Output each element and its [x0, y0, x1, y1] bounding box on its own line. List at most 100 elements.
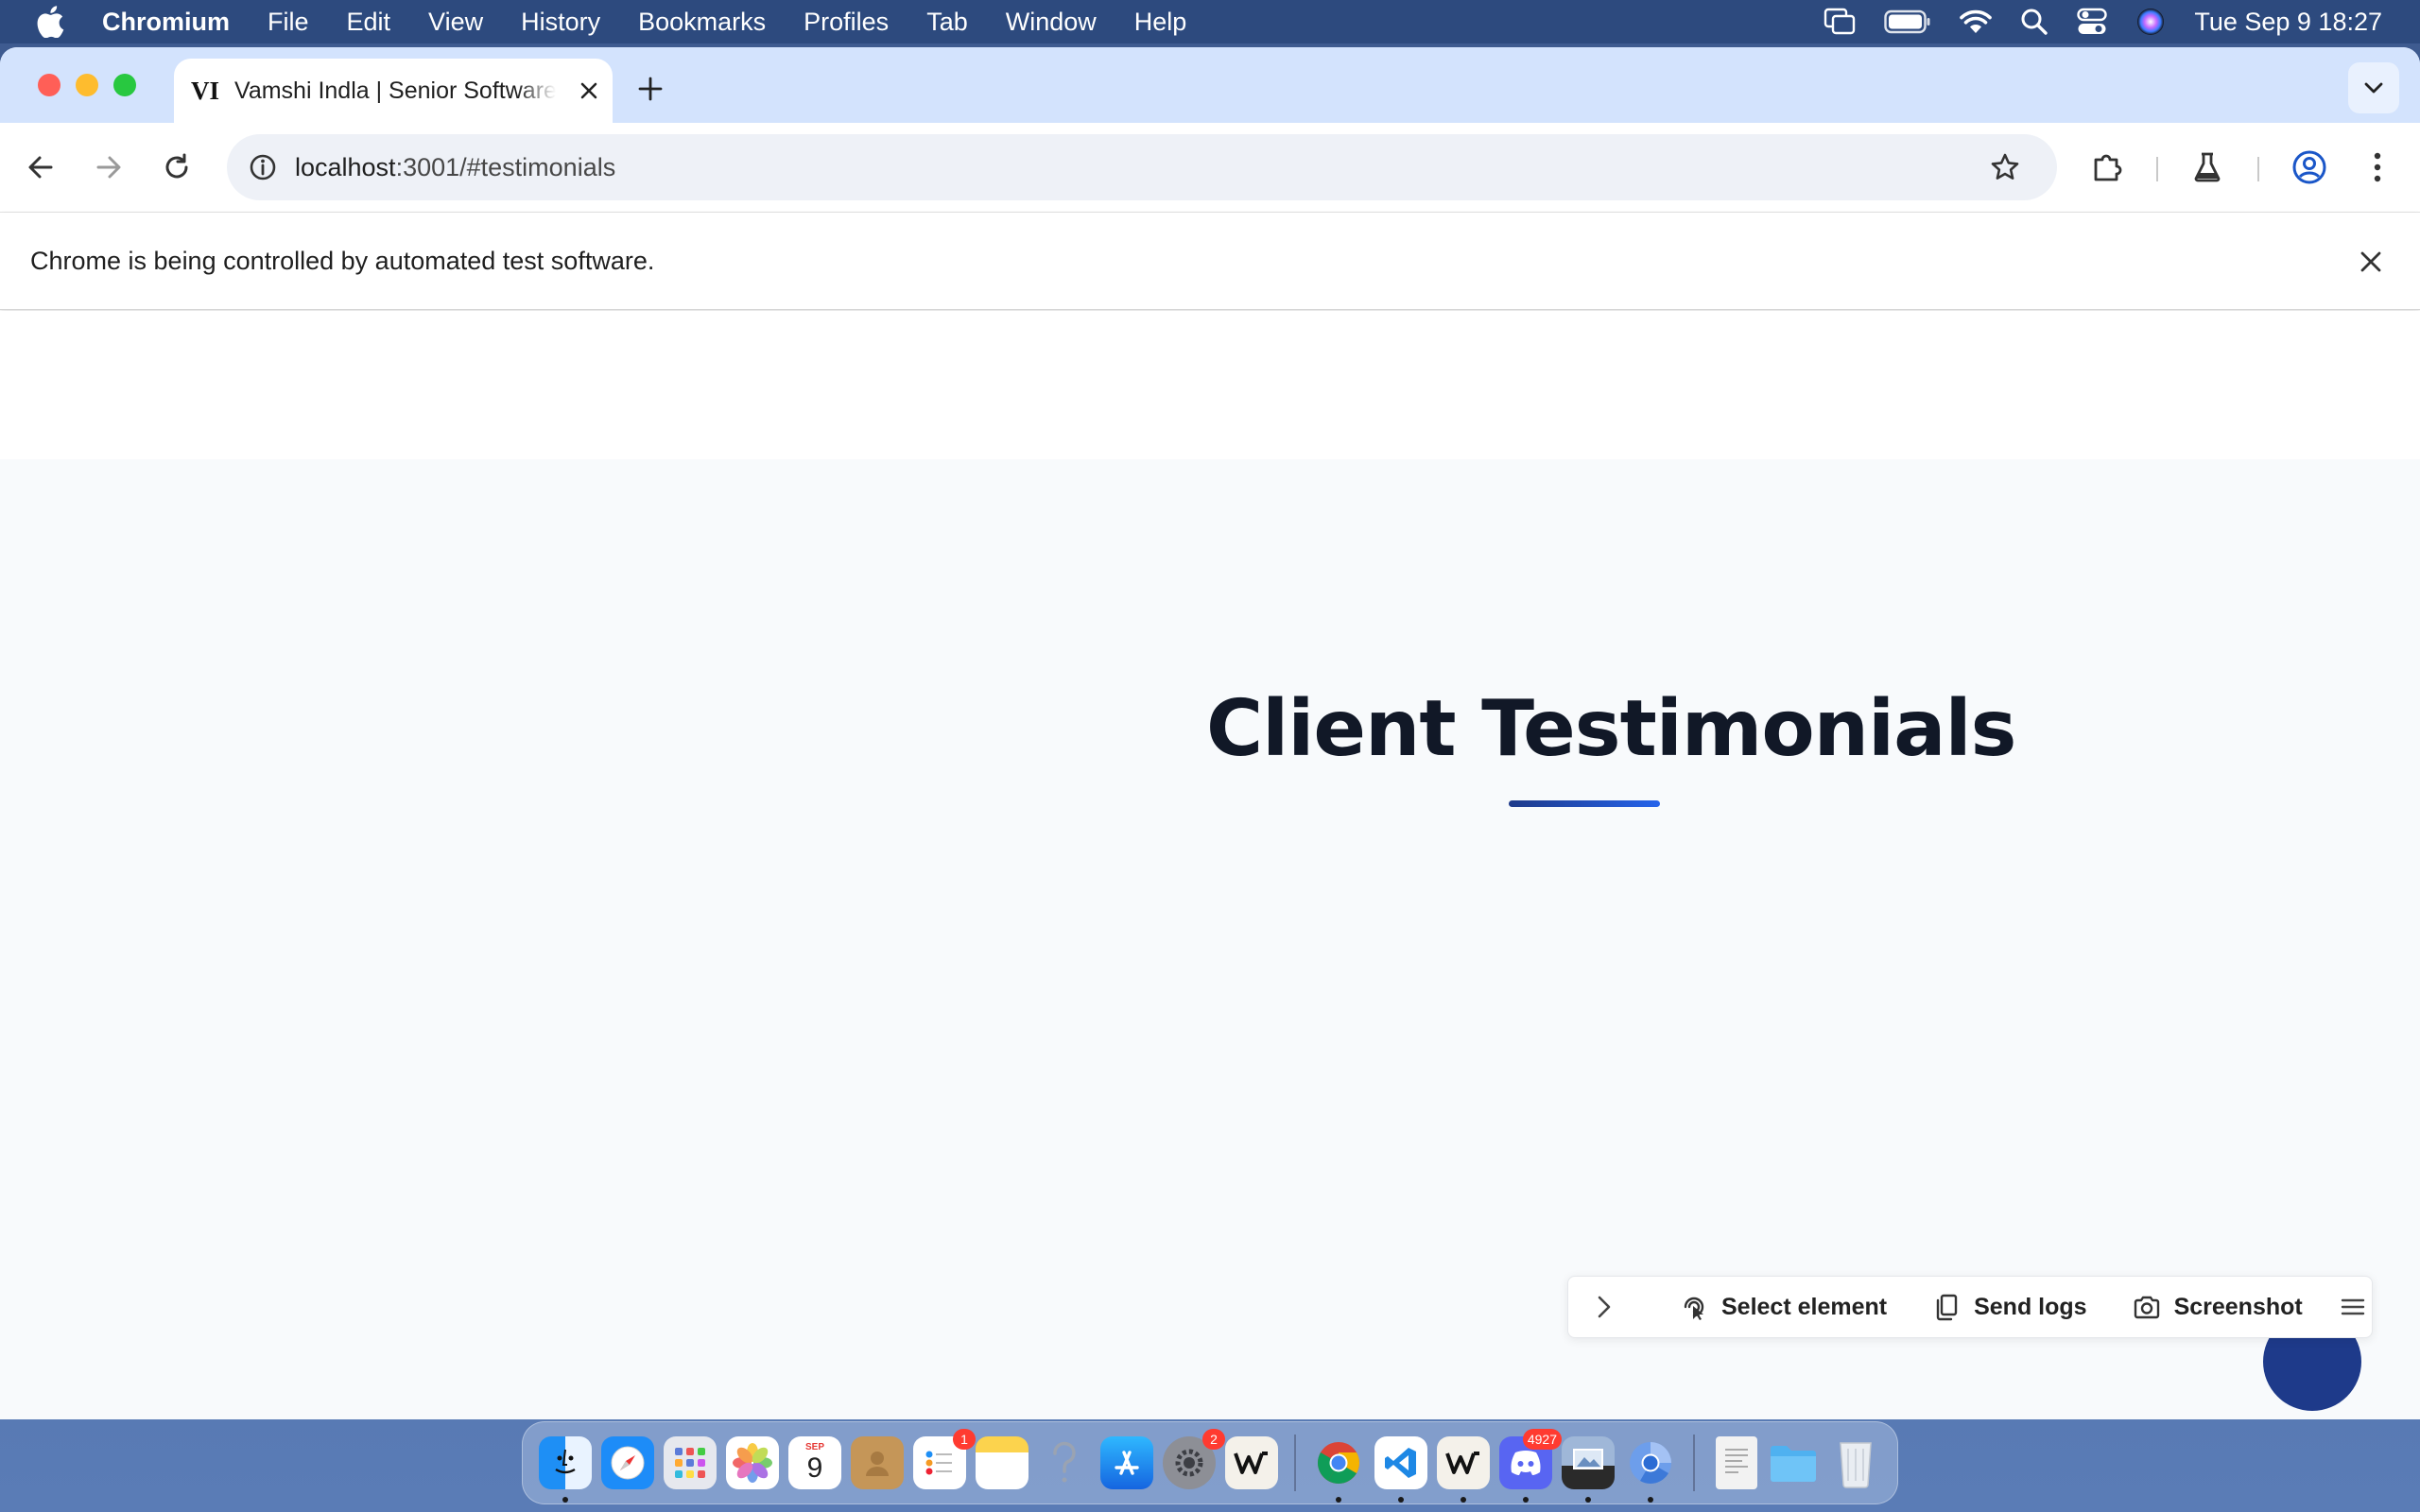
- send-logs-label: Send logs: [1974, 1293, 2087, 1320]
- screenshot-button[interactable]: Screenshot: [2133, 1293, 2303, 1321]
- window-close-button[interactable]: [38, 74, 60, 96]
- battery-icon[interactable]: [1884, 9, 1931, 34]
- site-info-icon[interactable]: [244, 148, 282, 186]
- forward-button[interactable]: [85, 144, 132, 191]
- browser-menu-button[interactable]: [2354, 144, 2401, 191]
- site-header: [0, 311, 2420, 459]
- dock-safari-icon[interactable]: [601, 1436, 654, 1489]
- select-pointer-icon: [1680, 1293, 1708, 1321]
- arrow-right-icon: [96, 156, 121, 179]
- window-zoom-button[interactable]: [113, 74, 136, 96]
- dock-discord-icon[interactable]: 4927: [1499, 1429, 1562, 1503]
- section-heading: Client Testimonials: [1206, 684, 2016, 774]
- dock-warp-icon[interactable]: [1437, 1436, 1490, 1503]
- calendar-day: 9: [806, 1452, 823, 1484]
- chevron-down-icon: [2364, 82, 2383, 94]
- running-indicator: [1461, 1497, 1466, 1503]
- settings-badge: 2: [1202, 1429, 1225, 1450]
- devbar-menu-button[interactable]: [2341, 1297, 2365, 1317]
- menu-app-name[interactable]: Chromium: [102, 8, 230, 37]
- dock-launchpad-icon[interactable]: [664, 1436, 717, 1489]
- browser-window: VI Vamshi Indla | Senior Software Engine…: [0, 47, 2420, 1419]
- camera-icon: [2133, 1293, 2161, 1321]
- hamburger-icon: [2341, 1298, 2364, 1315]
- select-element-button[interactable]: Select element: [1680, 1293, 1887, 1321]
- running-indicator: [562, 1497, 568, 1503]
- devbar-expand-button[interactable]: [1597, 1295, 1612, 1319]
- screenshot-label: Screenshot: [2173, 1293, 2303, 1320]
- back-button[interactable]: [17, 144, 64, 191]
- menu-file[interactable]: File: [268, 8, 309, 37]
- dock-document-icon[interactable]: [1716, 1436, 1757, 1489]
- tab-title: Vamshi Indla | Senior Software Engineer: [234, 77, 556, 104]
- tab-favicon: VI: [191, 76, 220, 105]
- dock-divider: [1693, 1435, 1695, 1491]
- screen-mirroring-icon[interactable]: [1824, 8, 1856, 36]
- dock-finder-icon[interactable]: [539, 1436, 592, 1503]
- window-controls: [38, 74, 151, 96]
- reload-button[interactable]: [153, 144, 200, 191]
- tab-active[interactable]: VI Vamshi Indla | Senior Software Engine…: [174, 59, 613, 123]
- dock-app-store-icon[interactable]: [1100, 1436, 1153, 1489]
- menu-profiles[interactable]: Profiles: [804, 8, 889, 37]
- running-indicator: [1398, 1497, 1404, 1503]
- address-url[interactable]: localhost:3001/#testimonials: [295, 153, 615, 182]
- dock-notes-icon[interactable]: [976, 1436, 1028, 1489]
- running-indicator: [1523, 1497, 1529, 1503]
- flask-icon: [2194, 152, 2221, 182]
- running-indicator: [1585, 1497, 1591, 1503]
- apple-icon[interactable]: [36, 5, 70, 39]
- dock-photos-icon[interactable]: [726, 1436, 779, 1489]
- bookmark-star-icon[interactable]: [1985, 147, 2025, 187]
- running-indicator: [1648, 1497, 1653, 1503]
- dock-vscode-icon[interactable]: [1374, 1436, 1427, 1503]
- labs-button[interactable]: [2184, 144, 2231, 191]
- tab-close-icon[interactable]: [575, 77, 603, 105]
- url-path: :3001/#testimonials: [395, 152, 616, 181]
- dock-chromium-icon[interactable]: [1624, 1436, 1677, 1503]
- menu-help[interactable]: Help: [1134, 8, 1187, 37]
- more-vertical-icon: [2374, 152, 2381, 182]
- dock-trash-icon[interactable]: [1829, 1436, 1882, 1489]
- extensions-button[interactable]: [2083, 144, 2131, 191]
- menu-view[interactable]: View: [428, 8, 483, 37]
- new-tab-button[interactable]: [631, 70, 669, 108]
- dock-warp-icon[interactable]: [1225, 1436, 1278, 1489]
- send-logs-button[interactable]: Send logs: [1932, 1293, 2087, 1321]
- dock-folder-icon[interactable]: [1767, 1436, 1820, 1489]
- wifi-icon[interactable]: [1960, 9, 1993, 35]
- window-minimize-button[interactable]: [76, 74, 98, 96]
- infobar-close-icon[interactable]: [2354, 245, 2388, 279]
- discord-badge: 4927: [1522, 1429, 1562, 1450]
- dock-reminders-icon[interactable]: 1: [913, 1429, 976, 1489]
- profile-button[interactable]: [2286, 144, 2333, 191]
- menu-edit[interactable]: Edit: [347, 8, 391, 37]
- siri-icon[interactable]: [2135, 7, 2166, 37]
- address-bar[interactable]: localhost:3001/#testimonials: [227, 134, 2057, 200]
- menu-bar-clock[interactable]: Tue Sep 9 18:27: [2194, 8, 2382, 37]
- dock-contacts-icon[interactable]: [851, 1436, 904, 1489]
- puzzle-icon: [2094, 154, 2122, 181]
- dock-help-icon[interactable]: [1038, 1436, 1091, 1489]
- chevron-right-icon: [1598, 1296, 1611, 1318]
- spotlight-icon[interactable]: [2020, 8, 2048, 36]
- dock-chrome-icon[interactable]: [1312, 1436, 1365, 1503]
- arrow-left-icon: [28, 156, 53, 179]
- menu-window[interactable]: Window: [1006, 8, 1097, 37]
- automation-infobar: Chrome is being controlled by automated …: [0, 213, 2420, 310]
- reload-icon: [165, 153, 188, 179]
- menu-tab[interactable]: Tab: [926, 8, 968, 37]
- control-center-icon[interactable]: [2077, 8, 2108, 36]
- page-viewport: Client Testimonials Select element Send …: [0, 311, 2420, 1419]
- dock-system-settings-icon[interactable]: 2: [1163, 1429, 1225, 1489]
- heading-underline: [1509, 800, 1660, 807]
- toolbar-divider: [2257, 157, 2259, 181]
- tab-search-button[interactable]: [2348, 62, 2399, 113]
- dock-calendar-icon[interactable]: SEP 9: [788, 1436, 841, 1489]
- infobar-message: Chrome is being controlled by automated …: [30, 246, 655, 275]
- dock-divider: [1294, 1435, 1296, 1491]
- menu-history[interactable]: History: [521, 8, 600, 37]
- browser-toolbar: localhost:3001/#testimonials: [0, 123, 2420, 213]
- menu-bookmarks[interactable]: Bookmarks: [638, 8, 766, 37]
- dock-preview-icon[interactable]: [1562, 1436, 1615, 1503]
